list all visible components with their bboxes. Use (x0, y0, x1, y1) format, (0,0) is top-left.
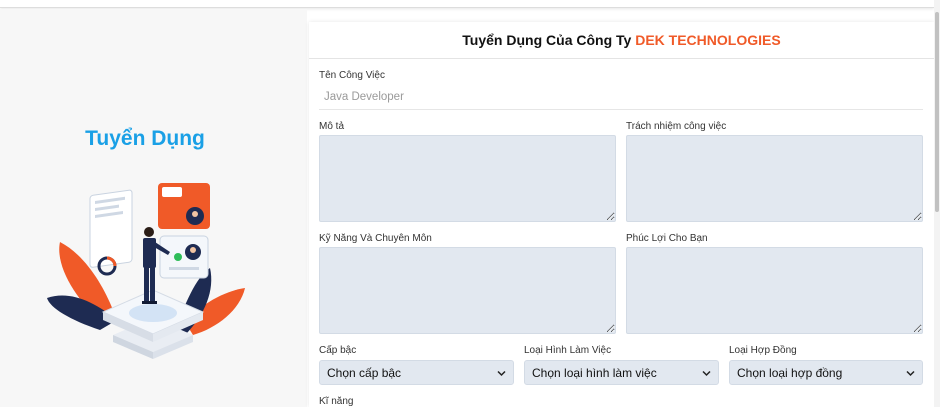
scrollbar-thumb[interactable] (935, 12, 939, 212)
form-title-prefix: Tuyển Dụng Của Công Ty (462, 32, 632, 48)
description-label: Mô tả (319, 121, 345, 132)
responsibilities-textarea[interactable] (626, 135, 923, 222)
job-name-label: Tên Công Việc (319, 70, 385, 81)
benefits-label: Phúc Lợi Cho Bạn (626, 233, 708, 244)
recruitment-heading: Tuyển Dụng (85, 127, 205, 150)
skills-label: Kĩ năng (319, 396, 354, 407)
contract-type-select[interactable]: Chọn loại hợp đồng (729, 360, 923, 385)
description-textarea[interactable] (319, 135, 616, 222)
responsibilities-label: Trách nhiệm công việc (626, 121, 727, 132)
level-select-value: Chọn cấp bậc (327, 366, 402, 380)
chevron-down-icon (906, 370, 915, 377)
contract-type-select-value: Chọn loại hợp đồng (737, 366, 843, 380)
skills-expertise-textarea[interactable] (319, 247, 616, 334)
chevron-down-icon (497, 370, 506, 377)
contract-type-label: Loại Hợp Đồng (729, 345, 797, 356)
work-type-label: Loại Hình Làm Việc (524, 345, 612, 356)
chevron-down-icon (702, 370, 711, 377)
work-type-select-value: Chọn loại hình làm việc (532, 366, 657, 380)
job-name-input[interactable] (319, 85, 923, 110)
company-name: DEK TECHNOLOGIES (635, 32, 781, 48)
page-scrollbar[interactable] (934, 0, 940, 407)
level-label: Cấp bậc (319, 345, 357, 356)
skills-expertise-label: Kỹ Năng Và Chuyên Môn (319, 233, 432, 244)
benefits-textarea[interactable] (626, 247, 923, 334)
job-form-panel: Tuyển Dụng Của Công Ty DEK TECHNOLOGIES … (309, 22, 934, 407)
level-select[interactable]: Chọn cấp bậc (319, 360, 514, 385)
top-bar (0, 0, 934, 8)
recruitment-illustration (47, 183, 245, 359)
work-type-select[interactable]: Chọn loại hình làm việc (524, 360, 719, 385)
form-title: Tuyển Dụng Của Công Ty DEK TECHNOLOGIES (309, 22, 934, 59)
